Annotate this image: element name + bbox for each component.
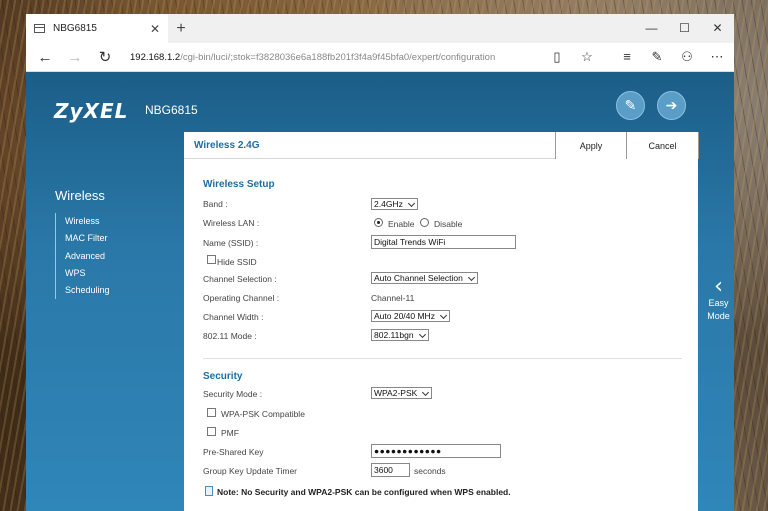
wrench-icon[interactable]: ✎ xyxy=(616,91,645,120)
share-icon[interactable]: ⚇ xyxy=(672,49,702,65)
wireless-setup-title: Wireless Setup xyxy=(203,179,275,190)
disable-label: Disable xyxy=(434,219,463,229)
enable-radio[interactable] xyxy=(374,218,383,227)
security-title: Security xyxy=(203,371,243,382)
section-divider xyxy=(203,358,682,359)
sidebar-item-advanced[interactable]: Advanced xyxy=(65,248,110,265)
mode-label: 802.11 Mode : xyxy=(203,331,257,341)
logout-icon[interactable]: ➔ xyxy=(657,91,686,120)
enable-label: Enable xyxy=(388,219,415,229)
pre-shared-key-input[interactable]: ●●●●●●●●●●●● xyxy=(371,444,501,458)
minimize-icon[interactable]: — xyxy=(635,14,668,43)
sidebar-menu: Wireless MAC Filter Advanced WPS Schedul… xyxy=(55,213,110,300)
pre-shared-key-label: Pre-Shared Key xyxy=(203,447,264,457)
sidebar-item-mac-filter[interactable]: MAC Filter xyxy=(65,230,110,247)
easy-mode-button[interactable]: ‹ Easy Mode xyxy=(703,274,734,323)
more-icon[interactable]: ⋯ xyxy=(702,49,732,65)
model-name: NBG6815 xyxy=(145,103,198,117)
favorite-star-icon[interactable]: ☆ xyxy=(572,49,602,65)
ssid-input[interactable]: Digital Trends WiFi xyxy=(371,235,516,249)
ssid-label: Name (SSID) : xyxy=(203,238,259,248)
band-select[interactable]: 2.4GHz xyxy=(371,198,418,210)
cancel-button[interactable]: Cancel xyxy=(627,132,699,159)
address-bar[interactable]: 192.168.1.2/cgi-bin/luci/;stok=f3828036e… xyxy=(120,52,542,63)
sidebar-item-wps[interactable]: WPS xyxy=(65,265,110,282)
wpa-psk-compatible-checkbox[interactable] xyxy=(207,408,216,417)
security-mode-label: Security Mode : xyxy=(203,389,263,399)
pmf-checkbox[interactable] xyxy=(207,427,216,436)
timer-unit: seconds xyxy=(414,466,446,476)
group-key-timer-label: Group Key Update Timer xyxy=(203,466,298,476)
note-icon xyxy=(205,486,213,496)
group-key-timer-input[interactable]: 3600 xyxy=(371,463,410,477)
easy-mode-line2: Mode xyxy=(707,311,730,321)
operating-channel-value: Channel-11 xyxy=(371,293,415,303)
close-window-icon[interactable]: ✕ xyxy=(701,14,734,43)
tab-title: NBG6815 xyxy=(53,23,97,34)
apply-button[interactable]: Apply xyxy=(555,132,627,159)
url-path: /cgi-bin/luci/;stok=f3828036e6a188fb201f… xyxy=(180,51,496,63)
pmf-label: PMF xyxy=(221,428,239,438)
sidebar-item-wireless[interactable]: Wireless xyxy=(65,213,110,230)
tab-strip: NBG6815 ✕ + — ☐ ✕ xyxy=(26,14,734,43)
window-controls: — ☐ ✕ xyxy=(635,14,734,43)
easy-mode-line1: Easy xyxy=(708,298,729,308)
security-mode-select[interactable]: WPA2-PSK xyxy=(371,387,433,399)
hide-ssid-checkbox[interactable] xyxy=(207,255,216,264)
hide-ssid-label: Hide SSID xyxy=(217,257,257,267)
wireless-lan-label: Wireless LAN : xyxy=(203,218,260,228)
browser-tools: ▯ ☆ ≡ ✎ ⚇ ⋯ xyxy=(542,49,734,65)
page-icon xyxy=(34,24,45,33)
channel-selection-select[interactable]: Auto Channel Selection xyxy=(371,272,478,284)
web-note-icon[interactable]: ✎ xyxy=(642,49,672,65)
channel-selection-label: Channel Selection : xyxy=(203,274,277,284)
close-tab-icon[interactable]: ✕ xyxy=(150,22,160,36)
refresh-icon[interactable]: ↻ xyxy=(90,48,120,66)
chevron-left-icon: ‹ xyxy=(714,274,723,299)
disable-radio[interactable] xyxy=(420,218,429,227)
hub-icon[interactable]: ≡ xyxy=(612,49,642,65)
browser-tab[interactable]: NBG6815 ✕ xyxy=(26,14,168,43)
wps-note: Note: No Security and WPA2-PSK can be co… xyxy=(217,487,511,497)
browser-window: NBG6815 ✕ + — ☐ ✕ ← → ↻ 192.168.1.2/cgi-… xyxy=(26,14,734,511)
url-host: 192.168.1.2 xyxy=(130,51,181,63)
forward-icon[interactable]: → xyxy=(60,49,90,66)
panel-header: Wireless 2.4G Apply Cancel xyxy=(184,132,699,159)
band-label: Band : xyxy=(203,199,228,209)
navigation-bar: ← → ↻ 192.168.1.2/cgi-bin/luci/;stok=f38… xyxy=(26,43,734,72)
channel-width-label: Channel Width : xyxy=(203,312,264,322)
sidebar-item-scheduling[interactable]: Scheduling xyxy=(65,282,110,299)
maximize-icon[interactable]: ☐ xyxy=(668,14,701,43)
back-icon[interactable]: ← xyxy=(30,49,60,66)
new-tab-button[interactable]: + xyxy=(168,20,194,38)
wpa-psk-compatible-label: WPA-PSK Compatible xyxy=(221,409,305,419)
zyxel-logo: ZyXEL xyxy=(54,99,129,123)
router-page: ZyXEL NBG6815 ✎ ➔ Wireless Wireless MAC … xyxy=(26,72,734,511)
operating-channel-label: Operating Channel : xyxy=(203,293,280,303)
channel-width-select[interactable]: Auto 20/40 MHz xyxy=(371,310,450,322)
reading-view-icon[interactable]: ▯ xyxy=(542,49,572,65)
mode-select[interactable]: 802.11bgn xyxy=(371,329,429,341)
sidebar-title: Wireless xyxy=(55,188,105,203)
settings-panel: Wireless 2.4G Apply Cancel Wireless Setu… xyxy=(184,132,699,511)
